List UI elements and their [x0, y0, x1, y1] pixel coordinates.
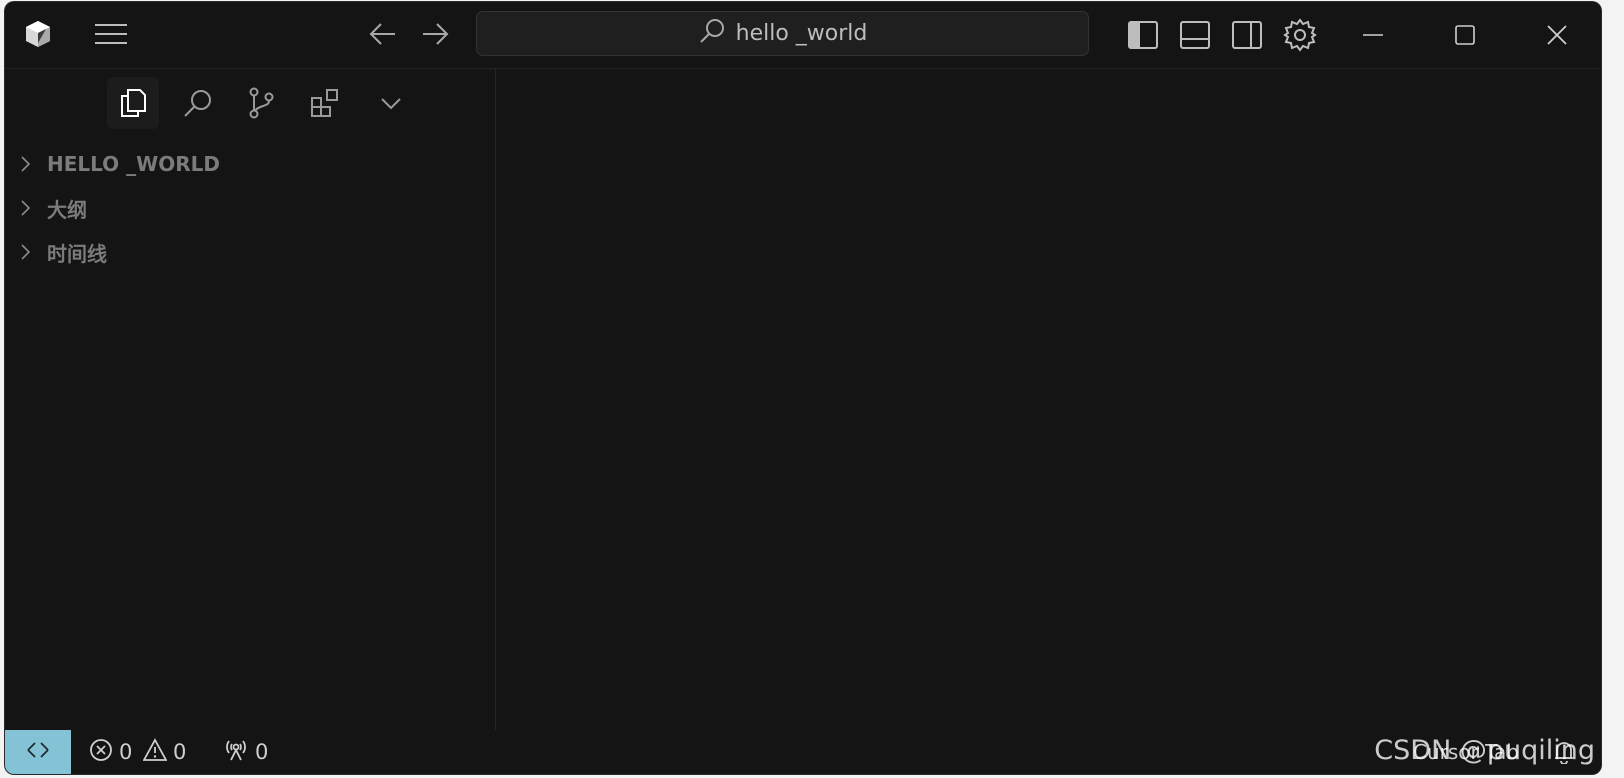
section-hello-world[interactable]: HELLO _WORLD	[19, 147, 220, 181]
section-label: 时间线	[47, 241, 107, 266]
editor-area[interactable]	[496, 69, 1601, 730]
close-icon[interactable]	[1537, 18, 1577, 52]
minimize-icon[interactable]	[1353, 18, 1393, 52]
warning-icon	[142, 737, 168, 767]
extensions-icon[interactable]	[299, 77, 351, 129]
warnings-count: 0	[173, 740, 187, 764]
explorer-icon[interactable]	[107, 77, 159, 129]
source-control-icon[interactable]	[235, 77, 287, 129]
status-bar: 0 0 0 Cursor Tab	[5, 730, 1601, 774]
chevron-right-icon	[19, 199, 37, 217]
section-label: 大纲	[47, 197, 87, 222]
command-center-text: hello _world	[735, 21, 868, 46]
toggle-panel-icon[interactable]	[1177, 18, 1213, 52]
section-label: HELLO _WORLD	[47, 152, 220, 176]
toggle-primary-sidebar-icon[interactable]	[1125, 18, 1161, 52]
section-timeline[interactable]: 时间线	[19, 235, 107, 269]
sidebar: HELLO _WORLD 大纲 时间线	[5, 69, 496, 730]
title-bar: hello _world	[5, 2, 1601, 69]
remote-icon	[25, 738, 51, 767]
app-window: hello _world HELLO _WORLD 大纲 时间线 0 0 0 C…	[5, 2, 1601, 774]
maximize-icon[interactable]	[1445, 18, 1485, 52]
arrow-left-icon[interactable]	[365, 18, 401, 50]
chevron-down-icon[interactable]	[365, 77, 417, 129]
menu-icon[interactable]	[91, 18, 131, 50]
section-outline[interactable]: 大纲	[19, 191, 87, 225]
chevron-right-icon	[19, 243, 37, 261]
gear-icon[interactable]	[1281, 16, 1319, 54]
ports-indicator[interactable]: 0	[223, 730, 268, 774]
ports-count: 0	[255, 740, 269, 764]
activity-bar	[5, 77, 495, 131]
search-icon	[698, 17, 730, 51]
chevron-right-icon	[19, 155, 37, 173]
remote-indicator[interactable]	[5, 730, 71, 774]
error-icon	[89, 738, 113, 767]
errors-indicator[interactable]: 0	[89, 730, 132, 774]
cursor-logo-icon	[23, 18, 53, 50]
watermark: CSDN @puqiling	[1374, 735, 1595, 766]
broadcast-icon	[223, 738, 249, 767]
warnings-indicator[interactable]: 0	[142, 730, 187, 774]
command-center[interactable]: hello _world	[476, 11, 1089, 56]
arrow-right-icon[interactable]	[417, 18, 453, 50]
errors-count: 0	[119, 740, 133, 764]
toggle-secondary-sidebar-icon[interactable]	[1229, 18, 1265, 52]
search-icon[interactable]	[172, 77, 224, 129]
